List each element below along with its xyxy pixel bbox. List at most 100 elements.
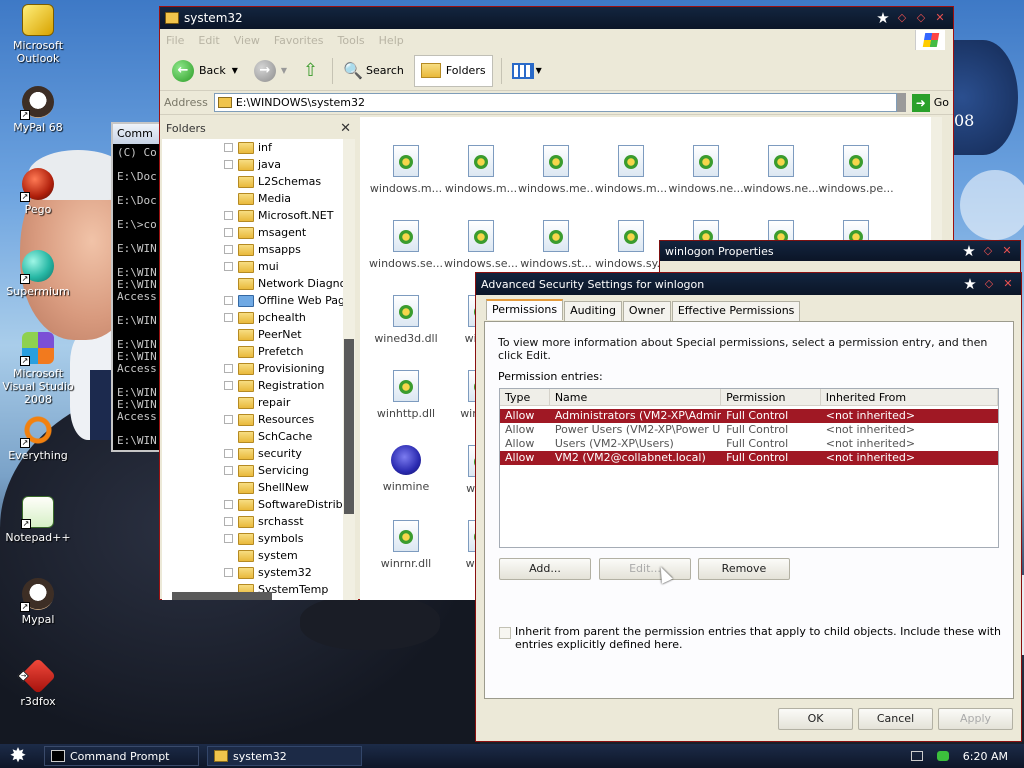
expand-toggle[interactable]	[224, 296, 233, 305]
advanced-security-dialog[interactable]: Advanced Security Settings for winlogon …	[475, 272, 1022, 742]
inherit-checkbox[interactable]	[499, 627, 511, 639]
file-item[interactable]: windows.me...	[518, 145, 594, 195]
expand-toggle[interactable]	[224, 500, 233, 509]
expand-toggle[interactable]	[224, 364, 233, 373]
desktop-icon[interactable]: ↗ Pego	[0, 168, 76, 216]
file-item[interactable]: windows.pe...	[818, 145, 894, 195]
views-button[interactable]: ▼	[506, 55, 548, 87]
file-item[interactable]: windows.m...	[593, 145, 669, 195]
column-inherited-from[interactable]: Inherited From	[821, 389, 998, 405]
expand-toggle[interactable]	[224, 143, 233, 152]
menu-view[interactable]: View	[234, 34, 260, 47]
expand-toggle[interactable]	[224, 160, 233, 169]
file-item[interactable]: windows.sy...	[593, 220, 669, 270]
tree-item[interactable]: SchCache	[162, 428, 355, 445]
explorer-title-bar[interactable]: system32 ★ ◇ ◇ ✕	[160, 7, 953, 29]
desktop-icon[interactable]: Microsoft Outlook	[0, 4, 76, 65]
up-button[interactable]: ⇧	[297, 55, 324, 87]
expand-toggle[interactable]	[224, 517, 233, 526]
maximize-button[interactable]: ◇	[913, 10, 929, 26]
desktop-icon[interactable]: ↗ r3dfox	[0, 657, 76, 708]
file-item[interactable]: windows.se...	[368, 220, 444, 270]
tree-item[interactable]: Servicing	[162, 462, 355, 479]
ok-button[interactable]: OK	[778, 708, 853, 730]
apply-button[interactable]: Apply	[938, 708, 1013, 730]
desktop-icon[interactable]: ↗ Mypal	[0, 578, 76, 626]
help-button[interactable]: ◇	[981, 276, 997, 292]
close-icon[interactable]: ✕	[340, 121, 351, 136]
file-item[interactable]: windows.ne...	[743, 145, 819, 195]
file-item[interactable]: winrnr.dll	[368, 520, 444, 570]
file-item[interactable]: windows.m...	[443, 145, 519, 195]
tab-permissions[interactable]: Permissions	[486, 299, 564, 320]
tree-item[interactable]: security	[162, 445, 355, 462]
tree-item[interactable]: Registration	[162, 377, 355, 394]
desktop-icon[interactable]: ↗ MyPal 68	[0, 86, 76, 134]
dropdown-arrow-icon[interactable]: ▼	[232, 66, 238, 75]
desktop-icon[interactable]: ↗ Microsoft Visual Studio 2008	[0, 332, 76, 406]
task-command-prompt[interactable]: Command Prompt	[44, 746, 199, 766]
expand-toggle[interactable]	[224, 262, 233, 271]
expand-toggle[interactable]	[224, 415, 233, 424]
clock[interactable]: 6:20 AM	[963, 750, 1008, 763]
column-type[interactable]: Type	[500, 389, 550, 405]
tree-item[interactable]: system	[162, 547, 355, 564]
menu-tools[interactable]: Tools	[338, 34, 365, 47]
tree-item[interactable]: inf	[162, 139, 355, 156]
desktop-icon[interactable]: ↗ Everything	[0, 414, 76, 462]
permission-row[interactable]: Allow VM2 (VM2@collabnet.local) Full Contr…	[500, 451, 998, 465]
tree-item[interactable]: srchasst	[162, 513, 355, 530]
star-icon[interactable]: ★	[962, 276, 978, 292]
tree-item[interactable]: repair	[162, 394, 355, 411]
tree-item[interactable]: msapps	[162, 241, 355, 258]
star-icon[interactable]: ★	[875, 10, 891, 26]
column-permission[interactable]: Permission	[721, 389, 821, 405]
back-button[interactable]: ← Back ▼	[166, 55, 244, 87]
dropdown-arrow-icon[interactable]: ▼	[281, 66, 287, 75]
cancel-button[interactable]: Cancel	[858, 708, 933, 730]
tree-item[interactable]: Provisioning	[162, 360, 355, 377]
tab-effective-permissions[interactable]: Effective Permissions	[671, 301, 801, 322]
column-name[interactable]: Name	[550, 389, 722, 405]
tree-item[interactable]: Offline Web Pages	[162, 292, 355, 309]
address-input[interactable]: E:\WINDOWS\system32	[213, 93, 897, 112]
file-item[interactable]: winmine	[368, 445, 444, 493]
add-button[interactable]: Add...	[499, 558, 591, 580]
close-button[interactable]: ✕	[932, 10, 948, 26]
folders-vertical-scrollbar[interactable]	[343, 139, 355, 600]
network-icon[interactable]	[936, 751, 949, 761]
file-item[interactable]: windows.ne...	[668, 145, 744, 195]
close-button[interactable]: ✕	[999, 243, 1015, 259]
file-item[interactable]: winhttp.dll	[368, 370, 444, 420]
task-system32[interactable]: system32	[207, 746, 362, 766]
close-button[interactable]: ✕	[1000, 276, 1016, 292]
desktop-icon[interactable]: ↗ Supermium	[0, 250, 76, 298]
tab-owner[interactable]: Owner	[622, 301, 671, 322]
remove-button[interactable]: Remove	[698, 558, 790, 580]
tree-item[interactable]: msagent	[162, 224, 355, 241]
start-button[interactable]: ✸	[0, 744, 36, 768]
folders-button[interactable]: Folders	[413, 54, 493, 87]
address-dropdown[interactable]	[896, 93, 906, 112]
search-button[interactable]: 🔍 Search	[337, 55, 410, 87]
file-item[interactable]: windows.m...	[368, 145, 444, 195]
tree-item[interactable]: PeerNet	[162, 326, 355, 343]
expand-toggle[interactable]	[224, 211, 233, 220]
tree-item[interactable]: mui	[162, 258, 355, 275]
expand-toggle[interactable]	[224, 381, 233, 390]
tree-item[interactable]: Network Diagnostic	[162, 275, 355, 292]
permission-entries-list[interactable]: Type Name Permission Inherited From Allo…	[499, 388, 999, 548]
tree-item[interactable]: L2Schemas	[162, 173, 355, 190]
minimize-button[interactable]: ◇	[894, 10, 910, 26]
tree-item[interactable]: ShellNew	[162, 479, 355, 496]
tree-item[interactable]: Media	[162, 190, 355, 207]
tree-item[interactable]: Resources	[162, 411, 355, 428]
keyboard-icon[interactable]	[910, 751, 923, 761]
file-item[interactable]: windows.st...	[518, 220, 594, 270]
forward-button[interactable]: → ▼	[248, 55, 293, 87]
help-button[interactable]: ◇	[980, 243, 996, 259]
inherit-label[interactable]: Inherit from parent the permission entri…	[515, 625, 1003, 651]
menu-file[interactable]: File	[166, 34, 184, 47]
expand-toggle[interactable]	[224, 466, 233, 475]
scrollbar-thumb[interactable]	[344, 339, 354, 514]
